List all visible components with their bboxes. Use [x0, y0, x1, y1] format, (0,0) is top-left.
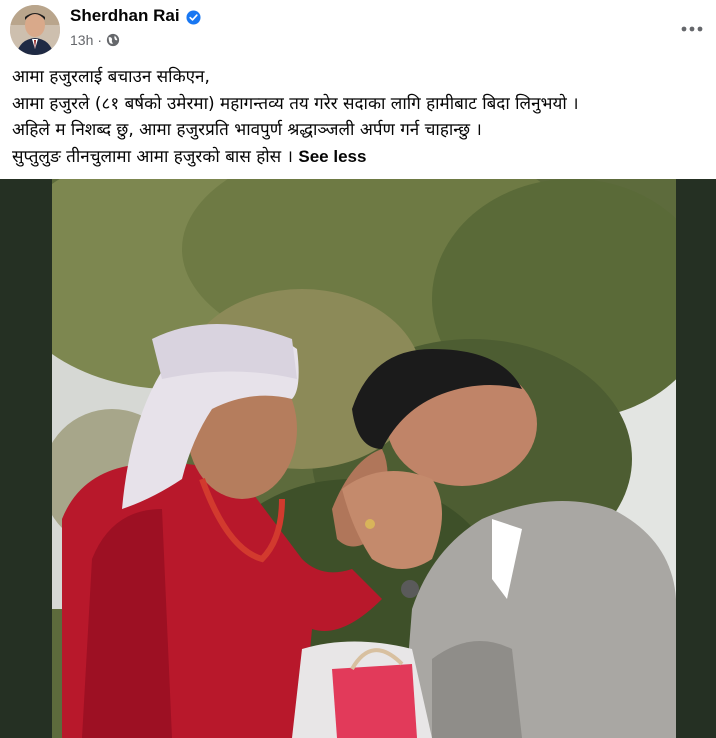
- post-line: अहिले म निशब्द छु, आमा हजुरप्रति भावपुर्…: [12, 120, 482, 140]
- post-body-text: आमा हजुरलाई बचाउन सकिएन, आमा हजुरले (८१ …: [12, 64, 702, 170]
- post-line-text: सुप्तुलुङ तीनचुलामा आमा हजुरको बास होस ।: [12, 146, 293, 167]
- post-photo[interactable]: [52, 179, 676, 738]
- author-avatar[interactable]: [10, 5, 60, 55]
- more-horizontal-icon: [681, 17, 703, 36]
- post-meta: 13h ·: [70, 32, 120, 48]
- author-name-row: Sherdhan Rai: [70, 5, 201, 27]
- see-less-button[interactable]: See less: [298, 147, 366, 166]
- post-media: [0, 179, 716, 738]
- post-line: आमा हजुरले (८१ बर्षको उमेरमा) महागन्तव्य…: [12, 93, 579, 114]
- post-header: Sherdhan Rai 13h ·: [0, 0, 716, 62]
- post-line: आमा हजुरलाई बचाउन सकिएन,: [12, 67, 210, 87]
- post-time[interactable]: 13h: [70, 32, 93, 48]
- post-options-button[interactable]: [674, 10, 710, 42]
- post-line: सुप्तुलुङ तीनचुलामा आमा हजुरको बास होस ।…: [12, 144, 702, 171]
- globe-icon[interactable]: [106, 33, 120, 47]
- meta-separator: ·: [97, 32, 103, 48]
- verified-badge-icon: [186, 9, 201, 25]
- author-name[interactable]: Sherdhan Rai: [70, 5, 180, 27]
